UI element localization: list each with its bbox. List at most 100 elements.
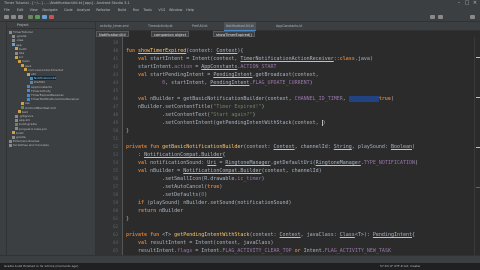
line-number: 57: [113, 184, 118, 189]
code-line: .setSmallIcon(R.drawable.ic_timer): [126, 176, 265, 182]
code-line: startIntent.action = AppConstants.ACTION…: [126, 64, 277, 70]
line-number: 41: [113, 56, 118, 61]
line-number: 53: [113, 152, 118, 157]
line-number: 48: [113, 112, 118, 117]
folder-icon: [27, 93, 30, 97]
folder-icon: [15, 55, 18, 59]
folder-icon: [27, 85, 30, 89]
editor-tab[interactable]: PrefUtil.kt: [190, 22, 210, 30]
tree-item[interactable]: TimerNotificationActionReceiver: [27, 97, 79, 101]
folder-icon: [9, 30, 12, 34]
status-bar: Gradle build finished in 3s 121ms (momen…: [0, 263, 480, 270]
line-gutter: 39 40 41 42 43 44 45 46 47 48 49 50 51 52 53 54 55 56 57 58…: [96, 37, 123, 255]
folder-icon: [12, 43, 15, 47]
line-number: 39: [113, 40, 118, 45]
code-line: val notificationSound: Uri = RingtoneMan…: [138, 160, 419, 166]
line-number: 42: [113, 64, 118, 69]
project-panel-title: Project: [17, 23, 29, 27]
folder-icon: [15, 114, 18, 118]
folder-icon[interactable]: [4, 15, 9, 19]
debug-icon[interactable]: [42, 15, 47, 19]
code-line: .setContentIntent(getPendingIntentWithSt…: [126, 119, 326, 126]
folder-icon: [18, 110, 21, 114]
code-line: .setAutoCancel(true): [126, 184, 223, 190]
project-panel: Project TimerTutorial .gradle .idea app buil…: [7, 22, 96, 255]
code-line: .setContentText("Start again?"): [126, 112, 256, 118]
line-number: 62: [113, 224, 118, 229]
code-line: val resultIntent = Intent(context, javaC…: [138, 240, 274, 246]
folder-icon: [30, 80, 33, 84]
line-number: 44: [113, 80, 118, 85]
code-line: private fun <T> getPendingIntentWithStac…: [126, 232, 416, 238]
folder-icon: [12, 38, 15, 42]
run-icon[interactable]: [35, 15, 40, 19]
folder-icon: [15, 127, 18, 131]
folder-icon: [24, 68, 27, 72]
folder-icon: [27, 72, 30, 76]
line-number: 47: [113, 104, 118, 109]
line-number: 46: [113, 96, 118, 101]
code-line: private fun getBasicNotificationBuilder(…: [126, 144, 416, 150]
line-number: 56: [113, 176, 118, 181]
code-line: val startPendingIntent = PendingIntent.g…: [138, 72, 319, 78]
line-number: 49: [113, 120, 118, 125]
folder-icon: [12, 34, 15, 38]
tree-item-label: TimerNotificationActionReceiver: [31, 97, 80, 102]
code-line: val nBuilder = NotificationCompat.Builde…: [138, 168, 322, 174]
close-icon[interactable]: ×: [472, 1, 478, 6]
window-title: Timer Tutorial - [~/...] - ...\Notificat…: [4, 1, 130, 5]
folder-icon: [18, 59, 21, 63]
editor-scrollbar[interactable]: [474, 37, 480, 255]
warning-marker[interactable]: [476, 97, 480, 98]
line-number: 58: [113, 192, 118, 197]
code-line: fun showTimerExpired(context: Context){: [126, 48, 244, 54]
stop-icon[interactable]: [49, 15, 54, 19]
line-number: 60: [113, 208, 118, 213]
code-editor[interactable]: 39 40 41 42 43 44 45 46 47 48 49 50 51 52 53 54 55 56 57 58…: [96, 37, 474, 255]
line-number: 63: [113, 232, 118, 237]
status-message: Gradle build finished in 3s 121ms (momen…: [4, 264, 79, 268]
folder-icon: [9, 143, 12, 147]
editor-tab[interactable]: TimerActivity.kt: [146, 22, 175, 30]
line-number: 65: [113, 248, 118, 253]
folder-icon: [15, 122, 18, 126]
code-line: .setDefaults(0): [126, 192, 208, 198]
warning-marker[interactable]: [476, 57, 480, 58]
line-number: 54: [113, 160, 118, 165]
avd-manager-icon[interactable]: [438, 15, 443, 19]
folder-icon: [27, 89, 30, 93]
code-line: 0, startIntent, PendingIntent.FLAG_UPDAT…: [162, 80, 313, 86]
line-number: 40: [113, 48, 118, 53]
toolbar: [0, 13, 480, 22]
editor-tab[interactable]: AppConstants.kt: [274, 22, 304, 30]
build-icon[interactable]: [28, 15, 33, 19]
warning-marker[interactable]: [476, 147, 480, 148]
status-right: 57:63 LF UTF-8 Git: master: [380, 264, 421, 268]
code-line: nBuilder.setContentTitle("Timer Expired!…: [126, 104, 265, 110]
tree-item-label: Scratches and Consoles: [13, 143, 49, 148]
code-line: : NotificationCompat.Builder{: [126, 152, 226, 158]
editor-tab[interactable]: activity_timer.xml: [98, 22, 130, 30]
line-number: 59: [113, 200, 118, 205]
editor-tab[interactable]: NotificationUtil.kt: [224, 22, 256, 31]
editor-tabs: activity_timer.xml TimerActivity.kt PrefUt…: [96, 22, 480, 31]
sdk-manager-icon[interactable]: [430, 15, 435, 19]
minimize-icon[interactable]: –: [456, 1, 462, 6]
folder-icon: [30, 76, 33, 80]
tree-item[interactable]: Scratches and Consoles: [9, 143, 49, 147]
error-marker[interactable]: [476, 187, 480, 188]
search-icon[interactable]: [470, 15, 475, 19]
folder-icon: [21, 64, 24, 68]
folder-icon: [27, 97, 30, 101]
folder-icon: [15, 51, 18, 55]
folder-icon: [15, 47, 18, 51]
line-number: 61: [113, 216, 118, 221]
line-number: 43: [113, 72, 118, 77]
line-number: 55: [113, 168, 118, 173]
code-line: }: [126, 216, 130, 222]
save-icon[interactable]: [11, 15, 16, 19]
maximize-icon[interactable]: □: [464, 1, 470, 6]
code-line: val startIntent = Intent(context, TimerN…: [138, 56, 373, 62]
title-bar: Timer Tutorial - [~/...] - ...\Notificat…: [0, 0, 480, 7]
sync-icon[interactable]: [18, 15, 23, 19]
